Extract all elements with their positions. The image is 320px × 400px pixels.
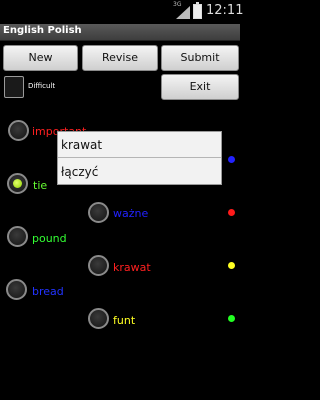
- radio-right-1[interactable]: [88, 255, 109, 276]
- title-bar: English Polish: [0, 24, 240, 41]
- submit-button[interactable]: Submit: [161, 45, 239, 71]
- popup-option-0[interactable]: krawat: [58, 132, 221, 158]
- word-left-1: tie: [33, 179, 48, 192]
- popup-option-1[interactable]: łączyć: [58, 159, 221, 185]
- new-button[interactable]: New: [3, 45, 78, 71]
- word-left-3: bread: [32, 285, 64, 298]
- revise-button[interactable]: Revise: [82, 45, 158, 71]
- indicator-dot-3: [228, 315, 235, 322]
- word-right-1: krawat: [113, 261, 151, 274]
- radio-right-2[interactable]: [88, 308, 109, 329]
- word-right-2: funt: [113, 314, 136, 327]
- network-type-label: 3G: [173, 1, 182, 8]
- exit-button[interactable]: Exit: [161, 74, 239, 100]
- indicator-dot-2: [228, 262, 235, 269]
- signal-icon: 3G: [173, 1, 190, 19]
- app-title: English Polish: [3, 25, 82, 36]
- word-right-0: ważne: [113, 207, 149, 220]
- difficult-checkbox[interactable]: [4, 76, 24, 98]
- difficult-label: Difficult: [28, 82, 56, 90]
- word-left-2: pound: [32, 232, 67, 245]
- indicator-dot-1: [228, 209, 235, 216]
- battery-icon: [193, 2, 202, 19]
- clock: 12:11: [206, 3, 244, 18]
- radio-left-3[interactable]: [6, 279, 27, 300]
- word-choice-popup: krawat łączyć: [57, 131, 222, 185]
- indicator-dot-0: [228, 156, 235, 163]
- status-bar: 3G 12:11: [0, 0, 244, 24]
- radio-left-0[interactable]: [8, 120, 29, 141]
- radio-right-0[interactable]: [88, 202, 109, 223]
- radio-left-1[interactable]: [7, 173, 28, 194]
- radio-left-2[interactable]: [7, 226, 28, 247]
